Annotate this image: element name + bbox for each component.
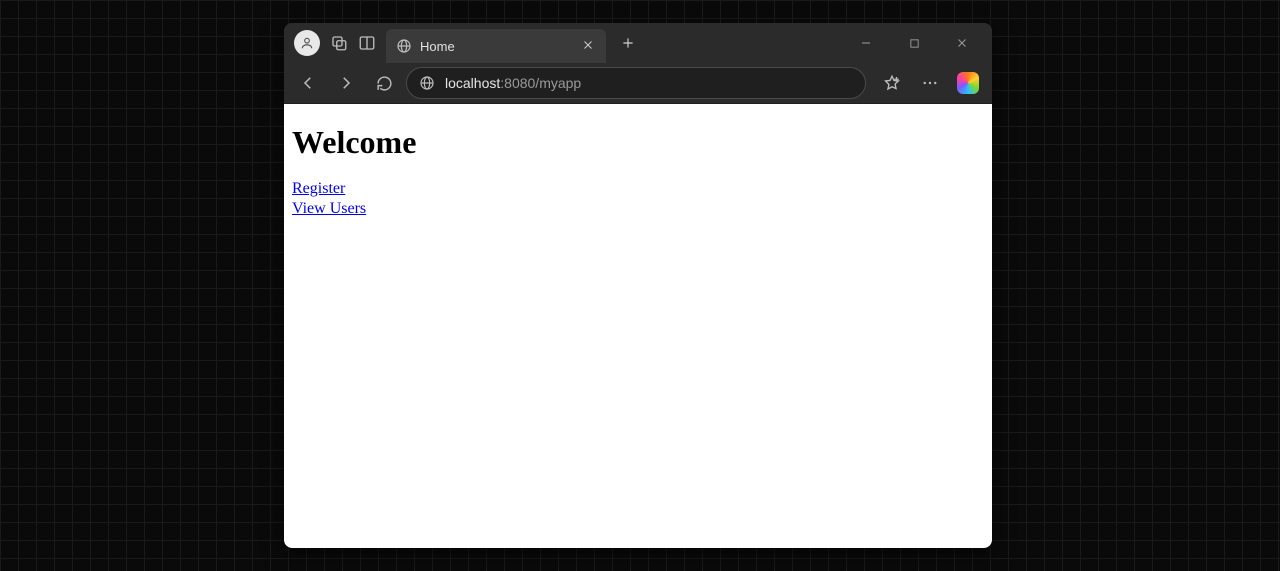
back-button[interactable] — [292, 67, 324, 99]
maximize-icon — [909, 38, 920, 49]
page-viewport: Welcome Register View Users — [284, 104, 992, 548]
browser-tab[interactable]: Home — [386, 29, 606, 63]
tab-title: Home — [420, 39, 574, 54]
copilot-button[interactable] — [952, 67, 984, 99]
favorites-button[interactable] — [876, 67, 908, 99]
forward-icon — [337, 74, 355, 92]
person-icon — [300, 36, 314, 50]
window-close-icon — [956, 37, 968, 49]
copilot-icon — [957, 72, 979, 94]
profile-button[interactable] — [294, 30, 320, 56]
plus-icon — [621, 36, 635, 50]
minimize-icon — [860, 37, 872, 49]
workspaces-button[interactable] — [330, 34, 348, 52]
address-rest: :8080/myapp — [500, 75, 581, 91]
address-bar[interactable]: localhost:8080/myapp — [406, 67, 866, 99]
favorite-icon — [883, 74, 901, 92]
titlebar: Home — [284, 23, 992, 63]
new-tab-button[interactable] — [614, 29, 642, 57]
window-maximize-button[interactable] — [892, 27, 936, 59]
address-host: localhost — [445, 75, 500, 91]
close-icon — [582, 39, 596, 51]
globe-icon — [396, 38, 412, 54]
forward-button[interactable] — [330, 67, 362, 99]
workspaces-icon — [330, 34, 348, 52]
address-text: localhost:8080/myapp — [445, 75, 581, 91]
browser-window: Home — [284, 23, 992, 548]
refresh-icon — [376, 75, 393, 92]
window-close-button[interactable] — [940, 27, 984, 59]
site-info-icon — [419, 75, 435, 91]
page-heading: Welcome — [292, 124, 984, 161]
more-icon — [921, 74, 939, 92]
split-screen-icon — [358, 34, 376, 52]
back-icon — [299, 74, 317, 92]
split-screen-button[interactable] — [358, 34, 376, 52]
tab-close-button[interactable] — [582, 39, 596, 53]
register-link[interactable]: Register — [292, 180, 345, 197]
refresh-button[interactable] — [368, 67, 400, 99]
toolbar: localhost:8080/myapp — [284, 63, 992, 104]
more-button[interactable] — [914, 67, 946, 99]
window-minimize-button[interactable] — [844, 27, 888, 59]
view-users-link[interactable]: View Users — [292, 200, 366, 217]
